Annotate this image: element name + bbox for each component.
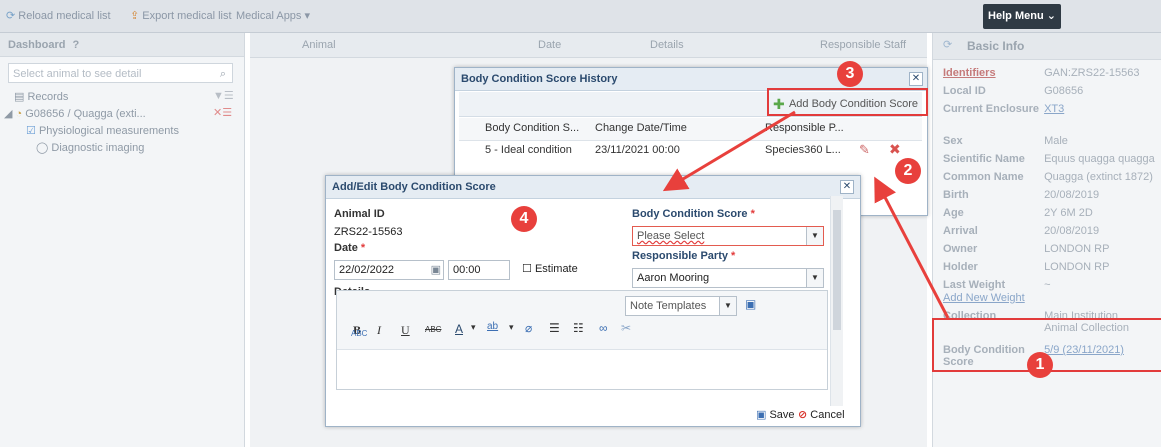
arrow-to-dialog bbox=[662, 110, 796, 192]
annotation-marker-1: 1 bbox=[1027, 352, 1053, 378]
arrow-to-history bbox=[874, 176, 950, 319]
annotation-arrows bbox=[662, 110, 950, 319]
annotation-marker-3: 3 bbox=[837, 61, 863, 87]
annotation-marker-4: 4 bbox=[511, 206, 537, 232]
annotation-marker-2: 2 bbox=[895, 158, 921, 184]
